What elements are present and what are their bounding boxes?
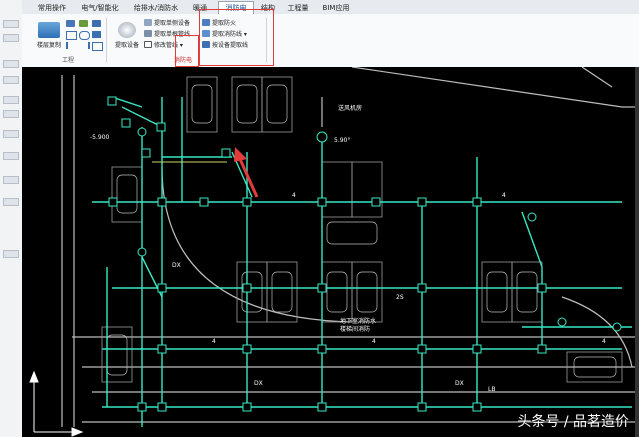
toolbar-button[interactable] [3,130,19,138]
extract-device-label: 提取设备 [114,42,139,49]
toolbar-button[interactable] [3,198,19,206]
highlight-box [199,9,274,66]
toolbar-button[interactable] [3,20,19,28]
ribbon-panel: 楼层复制 工程 提取设备 提取单侧设备 提取单根管线 修改管线 ▾ 提取防火 提… [22,14,639,68]
tab-quantity[interactable]: 工程量 [284,2,312,14]
room-label: 楼梯间消防 [340,325,370,333]
extract-device-button[interactable]: 提取设备 [112,22,142,49]
pipe-count-label: 4 [372,338,376,345]
cad-drawing: -5.900 送风机房 5.90° 地下室消防水 楼梯间消防 DX DX DX … [29,67,639,437]
parking-stalls [101,76,623,383]
pipe-count-label: 4 [502,192,506,199]
divider [106,18,107,62]
toolbar-button[interactable] [3,110,19,118]
left-toolbar [0,0,23,437]
toolbar-button[interactable] [3,34,19,42]
refresh-icon[interactable] [79,31,90,40]
highlight-box [175,35,199,67]
pipe-count-label: 4 [602,338,606,345]
tab-plumbing[interactable]: 给排水/消防水 [128,2,184,14]
redo-icon[interactable] [66,31,77,40]
arrow-left-icon[interactable] [66,42,77,49]
red-arrow [234,147,259,198]
label: 提取单侧设备 [154,20,191,27]
arrow-right-icon[interactable] [79,42,90,49]
dx-label: DX [254,380,263,387]
elevation-label: -5.900 [90,134,110,141]
scrollbar[interactable] [635,67,639,437]
car-outlines [106,84,617,378]
room-label: 送风机房 [338,104,362,112]
tab-common[interactable]: 常用操作 [34,2,70,14]
toolbar-button[interactable] [3,176,19,184]
extract-single-device-button[interactable]: 提取单侧设备 [144,19,190,29]
tab-bim[interactable]: BIM应用 [316,2,356,14]
floor-copy-button[interactable]: 楼层复制 [32,22,66,49]
cad-canvas[interactable]: -5.900 送风机房 5.90° 地下室消防水 楼梯间消防 DX DX DX … [22,67,639,437]
floor-copy-label: 楼层复制 [36,42,61,49]
ribbon-tab-bar: 常用操作 电气/智能化 给排水/消防水 暖通 消防电 结构 工程量 BIM应用 [22,0,639,15]
square-icon[interactable] [92,42,103,51]
pipe-count-label: 4 [292,192,296,199]
grid-icon[interactable] [92,20,101,27]
angle-label: 5.90° [334,137,350,144]
pipe-count-label: 4 [212,338,216,345]
room-label: 地下室消防水 [340,317,376,325]
lb-label: LB [488,386,495,393]
smoke-detector-icon [118,22,136,38]
floor-copy-icon [38,22,60,38]
dx-label: DX [455,380,464,387]
dx-label: DX [172,262,181,269]
toolbar-button[interactable] [3,250,19,258]
tab-electrical[interactable]: 电气/智能化 [76,2,124,14]
toolbar-button[interactable] [3,60,19,68]
group-title-project: 工程 [62,57,75,64]
copy-icon[interactable] [92,31,101,38]
2s-label: 2S [396,294,404,301]
pipe-icon [144,30,152,37]
undo-icon[interactable] [79,20,88,27]
toolbar-button[interactable] [3,96,19,104]
toolbar-button[interactable] [3,152,19,160]
watermark-text: 头条号 / 品茗造价 [517,414,629,430]
device-icon [144,19,152,26]
save-icon[interactable] [66,20,75,27]
edit-icon [144,41,152,48]
toolbar-button[interactable] [3,76,19,84]
